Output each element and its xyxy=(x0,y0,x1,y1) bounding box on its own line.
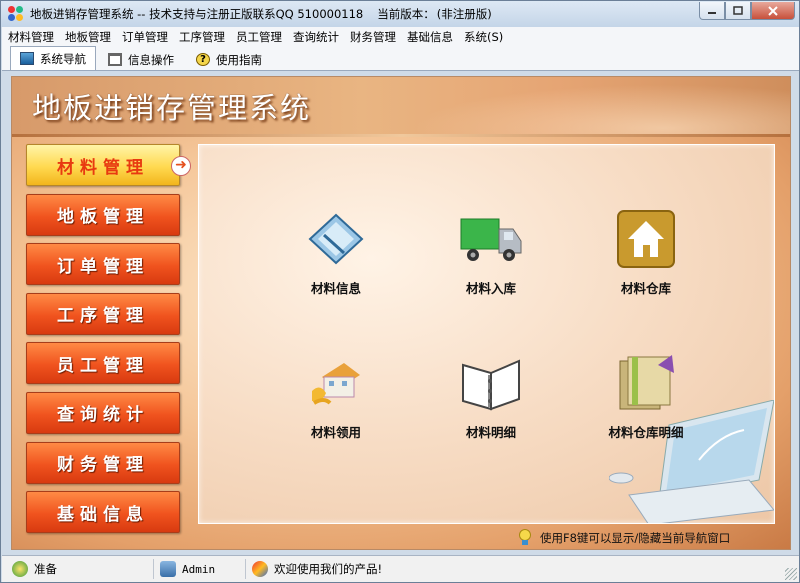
arrow-right-icon: ➜ xyxy=(171,156,191,176)
nav-label: 材料管理 xyxy=(57,157,149,178)
tile-material-warehouse-detail[interactable]: 材料仓库明细 xyxy=(591,351,701,441)
tile-label: 材料仓库明细 xyxy=(608,425,684,440)
version-label: 当前版本： xyxy=(377,7,435,21)
tab-guide[interactable]: ? 使用指南 xyxy=(186,48,272,70)
status-ready-text: 准备 xyxy=(34,562,57,576)
nav-process[interactable]: 工序管理 xyxy=(26,292,180,335)
nav-query[interactable]: 查询统计 xyxy=(26,391,180,434)
close-button[interactable] xyxy=(751,2,795,20)
menu-system[interactable]: 系统(S) xyxy=(464,29,503,45)
tab-bar: 系统导航 信息操作 ? 使用指南 xyxy=(2,46,799,71)
tile-material-warehouse[interactable]: 材料仓库 xyxy=(591,207,701,297)
menu-finance[interactable]: 财务管理 xyxy=(350,29,396,45)
warehouse-icon xyxy=(617,210,675,268)
minimize-button[interactable] xyxy=(699,2,725,20)
tile-label: 材料领用 xyxy=(310,425,361,440)
nav-order[interactable]: 订单管理 xyxy=(26,243,180,286)
nav-finance[interactable]: 财务管理 xyxy=(26,441,180,484)
status-welcome: 欢迎使用我们的产品! xyxy=(248,559,784,579)
banner-divider xyxy=(12,134,790,137)
tile-label: 材料仓库 xyxy=(620,281,671,296)
menu-process[interactable]: 工序管理 xyxy=(179,29,225,45)
tab-label: 使用指南 xyxy=(216,52,262,67)
banner-title: 地板进销存管理系统 xyxy=(32,91,312,125)
nav-floor[interactable]: 地板管理 xyxy=(26,193,180,236)
hint-text: 使用F8键可以显示/隐藏当前导航窗口 xyxy=(540,531,731,545)
nav-basic[interactable]: 基础信息 xyxy=(26,491,180,534)
nav-label: 财务管理 xyxy=(57,455,149,476)
menu-query[interactable]: 查询统计 xyxy=(293,29,339,45)
f8-hint: 使用F8键可以显示/隐藏当前导航窗口 xyxy=(518,529,730,547)
tile-material-use[interactable]: 材料领用 xyxy=(281,351,391,441)
lightbulb-icon xyxy=(519,529,531,545)
status-user-text: Admin xyxy=(182,562,216,576)
nav-label: 员工管理 xyxy=(57,355,149,376)
product-logo-icon xyxy=(252,561,268,577)
title-bar[interactable]: 地板进销存管理系统 -- 技术支持与注册正版联系QQ 510000118 当前版本… xyxy=(1,1,799,27)
menu-floor[interactable]: 地板管理 xyxy=(65,29,111,45)
nav-staff[interactable]: 员工管理 xyxy=(26,342,180,385)
nav-label: 地板管理 xyxy=(57,207,149,228)
tab-info-ops[interactable]: 信息操作 xyxy=(98,48,184,70)
maximize-button[interactable] xyxy=(725,2,751,20)
menu-staff[interactable]: 员工管理 xyxy=(236,29,282,45)
menu-basic[interactable]: 基础信息 xyxy=(407,29,453,45)
close-icon xyxy=(768,5,778,16)
app-title: 地板进销存管理系统 -- 技术支持与注册正版联系QQ 510000118 xyxy=(30,7,364,21)
nav-icon xyxy=(20,52,34,65)
maximize-icon xyxy=(733,6,743,15)
help-icon: ? xyxy=(196,53,210,66)
status-user: Admin xyxy=(156,559,246,579)
nav-label: 工序管理 xyxy=(57,306,149,327)
ledger-icon xyxy=(619,355,674,410)
tile-material-in[interactable]: 材料入库 xyxy=(436,207,546,297)
tile-label: 材料明细 xyxy=(465,425,516,440)
tab-label: 信息操作 xyxy=(128,52,174,67)
minimize-icon xyxy=(708,11,716,14)
main-window: 地板进销存管理系统 -- 技术支持与注册正版联系QQ 510000118 当前版本… xyxy=(0,0,800,583)
nav-material[interactable]: 材料管理 ➜ xyxy=(26,144,191,186)
tile-material-detail[interactable]: 材料明细 xyxy=(436,351,546,441)
nav-label: 订单管理 xyxy=(57,256,149,277)
menu-bar: 材料管理 地板管理 订单管理 工序管理 员工管理 查询统计 财务管理 基础信息 … xyxy=(2,27,799,47)
nav-label: 查询统计 xyxy=(57,405,149,426)
window-title: 地板进销存管理系统 -- 技术支持与注册正版联系QQ 510000118 当前版本… xyxy=(30,6,506,22)
status-welcome-text: 欢迎使用我们的产品! xyxy=(274,562,383,576)
tile-material-info[interactable]: 材料信息 xyxy=(281,207,391,297)
menu-order[interactable]: 订单管理 xyxy=(122,29,168,45)
info-icon xyxy=(108,53,122,66)
material-use-icon xyxy=(312,363,360,405)
material-info-icon xyxy=(308,213,364,265)
user-icon xyxy=(160,561,176,577)
status-ready-icon xyxy=(12,561,28,577)
status-ready: 准备 xyxy=(8,559,154,579)
banner-decoration xyxy=(370,77,790,134)
window-controls xyxy=(699,2,795,20)
tab-label: 系统导航 xyxy=(40,51,86,66)
menu-material[interactable]: 材料管理 xyxy=(8,29,54,45)
nav-label: 基础信息 xyxy=(57,504,149,525)
resize-grip[interactable] xyxy=(785,568,797,580)
binder-icon xyxy=(462,359,520,411)
tile-label: 材料入库 xyxy=(465,281,516,296)
navigation-panel: 地板进销存管理系统 材料管理 ➜ 地板管理 订单管理 工序管理 员工管理 查询统… xyxy=(11,76,791,550)
status-bar: 准备 Admin 欢迎使用我们的产品! xyxy=(2,555,799,582)
content-area: 材料信息 材料入库 材料仓库 材料领用 材料明细 材料仓库明细 xyxy=(198,144,775,524)
app-logo-icon xyxy=(8,6,24,22)
version-value: (非注册版) xyxy=(436,7,492,21)
truck-icon xyxy=(460,218,522,261)
left-nav: 材料管理 ➜ 地板管理 订单管理 工序管理 员工管理 查询统计 财务管理 基础信… xyxy=(26,144,191,541)
tab-system-nav[interactable]: 系统导航 xyxy=(10,46,96,70)
tile-label: 材料信息 xyxy=(310,281,361,296)
banner: 地板进销存管理系统 xyxy=(12,77,790,134)
